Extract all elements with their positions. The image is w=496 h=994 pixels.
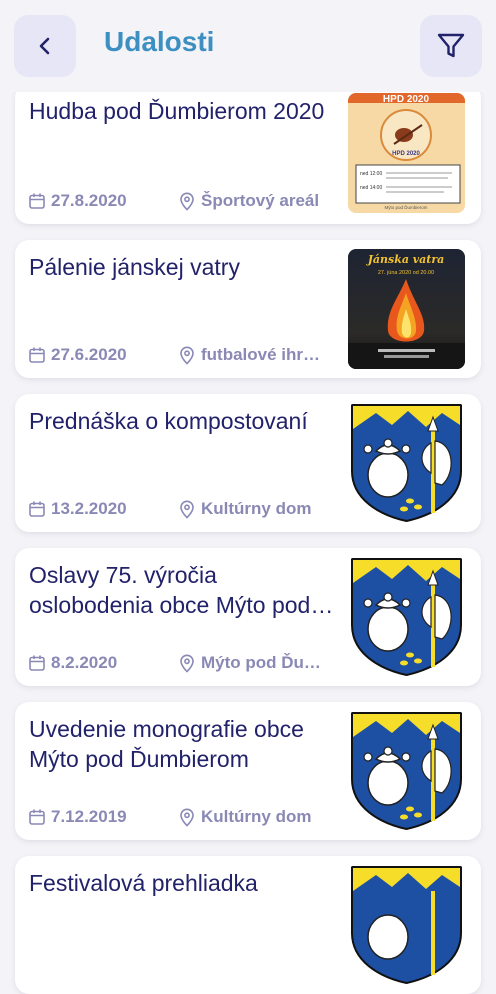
event-title: Prednáška o kompostovaní (29, 408, 308, 434)
event-title: Hudba pod Ďumbierom 2020 (29, 98, 325, 124)
event-place: Kultúrny dom (201, 807, 312, 826)
coat-of-arms-image (348, 865, 465, 985)
event-meta: 8.2.2020 Mýto pod Ďumbierom (28, 653, 323, 673)
bonfire-poster-art: Jánska vatra 27. júna 2020 od 20.00 (348, 249, 465, 369)
chevron-left-icon (39, 37, 50, 55)
calendar-icon (29, 193, 45, 209)
event-card[interactable]: Pálenie jánskej vatry 27.6.2020 futbalov… (15, 240, 481, 378)
back-button[interactable] (14, 15, 76, 77)
location-pin-icon (180, 654, 194, 673)
coat-of-arms-image (348, 403, 465, 523)
event-meta: 27.8.2020 Športový areál (28, 191, 319, 211)
poster-subheading: 27. júna 2020 od 20.00 (378, 270, 434, 276)
poster-logo-text: HPD 2020 (392, 151, 420, 157)
event-date: 13.2.2020 (51, 499, 127, 518)
coat-of-arms-art (348, 557, 465, 677)
event-card[interactable]: Festivalová prehliadka (15, 856, 481, 994)
calendar-icon (29, 809, 45, 825)
event-place: Mýto pod Ďumbierom (201, 653, 323, 672)
event-date: 27.8.2020 (51, 191, 127, 210)
hpd-poster-art: HPD 2020 HPD 2020 ned 12:00 ned 14:00 Mý… (348, 93, 465, 213)
location-pin-icon (180, 500, 194, 519)
coat-of-arms-art (348, 865, 465, 985)
poster-banner: HPD 2020 (383, 94, 430, 105)
app-header: Udalosti (0, 0, 496, 92)
page-title: Udalosti (104, 26, 215, 57)
calendar-icon (29, 347, 45, 363)
event-card[interactable]: Hudba pod Ďumbierom 2020 27.8.2020 Šport… (15, 84, 481, 224)
event-title: Pálenie jánskej vatry (29, 254, 240, 280)
poster-footer: Mýto pod Ďumbierom (384, 203, 427, 210)
coat-of-arms-image (348, 711, 465, 831)
event-meta: 7.12.2019 Kultúrny dom (28, 807, 312, 827)
event-poster-image: Jánska vatra 27. júna 2020 od 20.00 (348, 249, 465, 369)
location-pin-icon (180, 346, 194, 365)
calendar-icon (29, 501, 45, 517)
event-meta: 27.6.2020 futbalové ihrisko (28, 345, 323, 365)
coat-of-arms-image (348, 557, 465, 677)
location-pin-icon (180, 808, 194, 827)
event-date: 8.2.2020 (51, 653, 118, 672)
filter-button[interactable] (420, 15, 482, 77)
poster-line: ned 14:00 (360, 185, 382, 191)
event-title: Uvedenie monografie obce Mýto pod Ďumbie… (29, 716, 304, 772)
location-pin-icon (180, 192, 194, 211)
filter-icon (437, 33, 465, 58)
event-date: 27.6.2020 (51, 345, 127, 364)
event-place: Kultúrny dom (201, 499, 312, 518)
event-title: Festivalová prehliadka (29, 870, 258, 896)
event-card[interactable]: Prednáška o kompostovaní 13.2.2020 Kultú… (15, 394, 481, 532)
calendar-icon (29, 655, 45, 671)
event-meta: 13.2.2020 Kultúrny dom (28, 499, 312, 519)
event-place: futbalové ihrisko (201, 345, 323, 364)
event-title: Oslavy 75. výročia oslobodenia obce Mýto… (29, 562, 311, 618)
event-card[interactable]: Oslavy 75. výročia oslobodenia obce Mýto… (15, 548, 481, 686)
coat-of-arms-art (348, 403, 465, 523)
event-poster-image: HPD 2020 HPD 2020 ned 12:00 ned 14:00 Mý… (348, 93, 465, 213)
poster-line: ned 12:00 (360, 171, 382, 177)
event-place: Športový areál (201, 191, 320, 210)
coat-of-arms-art (348, 711, 465, 831)
event-date: 7.12.2019 (51, 807, 127, 826)
event-card[interactable]: Uvedenie monografie obce Mýto pod Ďumbie… (15, 702, 481, 840)
poster-heading: Jánska vatra (366, 253, 445, 266)
